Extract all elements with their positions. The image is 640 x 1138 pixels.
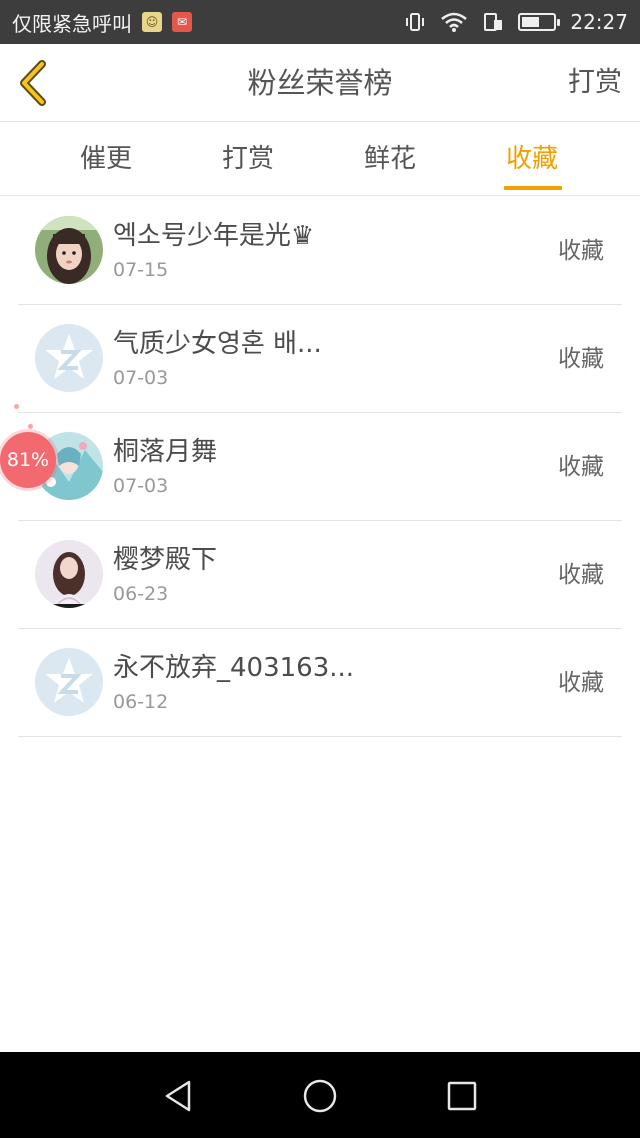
list-item[interactable]: 桐落月舞 07-03 收藏: [18, 413, 622, 521]
fan-name: 桐落月舞: [113, 437, 218, 467]
action-label: 收藏: [558, 346, 604, 372]
list-item[interactable]: 엑소号少年是光♛ 07-15 收藏: [18, 197, 622, 305]
list-item[interactable]: 永不放弃_403163... 06-12 收藏: [18, 629, 622, 737]
fan-date: 07-03: [113, 367, 169, 389]
sim-icon: [482, 11, 504, 33]
photo-avatar[interactable]: [35, 216, 103, 284]
list-item[interactable]: 气质少女영혼 배... 07-03 收藏: [18, 305, 622, 413]
fan-date: 06-12: [113, 691, 169, 713]
square-recents-icon: [447, 1081, 477, 1111]
triangle-back-icon: [165, 1080, 191, 1112]
default-qq-avatar[interactable]: [35, 324, 103, 392]
page-title: 粉丝荣誉榜: [247, 66, 393, 100]
tab-urge[interactable]: 催更: [46, 122, 166, 196]
fan-date: 07-15: [113, 259, 169, 281]
carrier-text: 仅限紧急呼叫: [12, 11, 132, 36]
default-qq-avatar[interactable]: [35, 648, 103, 716]
tab-favorites[interactable]: 收藏: [472, 122, 592, 196]
action-label: 收藏: [558, 238, 604, 264]
photo-avatar[interactable]: [35, 540, 103, 608]
tab-bar: 催更 打赏 鲜花 收藏: [0, 122, 640, 196]
list-item[interactable]: 樱梦殿下 06-23 收藏: [18, 521, 622, 629]
active-tab-indicator: [504, 186, 562, 190]
chat-icon: ☺: [142, 12, 162, 32]
circle-home-icon: [303, 1079, 337, 1113]
fan-name: 气质少女영혼 배...: [113, 329, 322, 359]
header: 粉丝荣誉榜 打赏: [0, 44, 640, 122]
fan-name: 永不放弃_403163...: [113, 653, 355, 683]
tab-flowers[interactable]: 鲜花: [330, 122, 450, 196]
fan-name: 樱梦殿下: [113, 545, 218, 575]
system-nav-bar: [0, 1052, 640, 1138]
fan-list: 엑소号少年是光♛ 07-15 收藏 气质少女영혼 배... 07-03 收藏 桐…: [18, 197, 622, 737]
badge-sparkle-dot: [14, 404, 19, 409]
action-label: 收藏: [558, 562, 604, 588]
mail-icon: ✉: [172, 12, 192, 32]
clock: 22:27: [570, 10, 628, 34]
action-label: 收藏: [558, 454, 604, 480]
reward-button[interactable]: 打赏: [568, 44, 622, 122]
tab-reward[interactable]: 打赏: [188, 122, 308, 196]
action-label: 收藏: [558, 670, 604, 696]
fan-date: 06-23: [113, 583, 169, 605]
status-bar: 仅限紧急呼叫 ☺ ✉ 22:27: [0, 0, 640, 44]
fan-name: 엑소号少年是光♛: [113, 221, 315, 251]
fan-date: 07-03: [113, 475, 169, 497]
battery-icon: [518, 13, 561, 31]
nav-home-button[interactable]: [298, 1074, 342, 1118]
vibrate-icon: [404, 11, 426, 33]
floating-accelerator-badge[interactable]: 81%: [0, 432, 56, 488]
nav-back-button[interactable]: [156, 1074, 200, 1118]
nav-recents-button[interactable]: [440, 1074, 484, 1118]
badge-sparkle-dot: [28, 424, 33, 429]
wifi-icon: [440, 11, 468, 33]
